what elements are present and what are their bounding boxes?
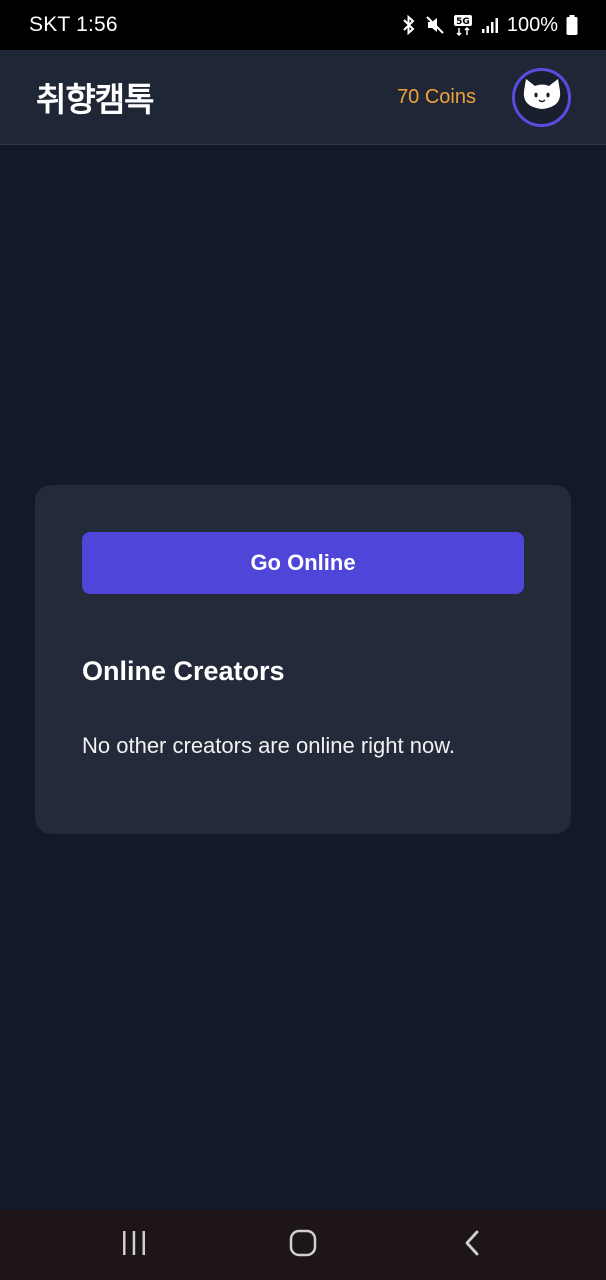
recent-apps-button[interactable] (94, 1215, 174, 1275)
avatar[interactable] (512, 67, 571, 127)
bluetooth-icon (401, 15, 417, 35)
system-nav-bar (0, 1210, 606, 1280)
app-header: 취향캠톡 70 Coins (0, 50, 606, 145)
app-title: 취향캠톡 (36, 80, 154, 119)
empty-state-message: No other creators are online right now. (82, 733, 455, 758)
online-creators-heading: Online Creators (82, 656, 285, 686)
5g-icon: 5G (453, 14, 473, 36)
signal-icon (481, 16, 499, 34)
battery-icon (566, 15, 578, 35)
back-button[interactable] (432, 1215, 512, 1275)
back-icon (462, 1229, 482, 1262)
status-bar: SKT 1:56 5G 100% (0, 0, 606, 50)
header-actions: 70 Coins (397, 67, 571, 127)
recent-apps-icon (120, 1230, 148, 1261)
cat-face-icon (520, 77, 564, 118)
carrier-time: SKT 1:56 (29, 13, 118, 36)
home-button[interactable] (263, 1215, 343, 1275)
coin-balance[interactable]: 70 Coins (397, 86, 476, 109)
mute-icon (425, 15, 445, 35)
go-online-button[interactable]: Go Online (82, 532, 524, 594)
creators-card: Go Online Online Creators No other creat… (35, 485, 571, 834)
status-icons: 5G 100% (401, 14, 578, 37)
battery-percent: 100% (506, 13, 558, 36)
home-icon (289, 1229, 317, 1262)
svg-text:5G: 5G (456, 17, 470, 27)
